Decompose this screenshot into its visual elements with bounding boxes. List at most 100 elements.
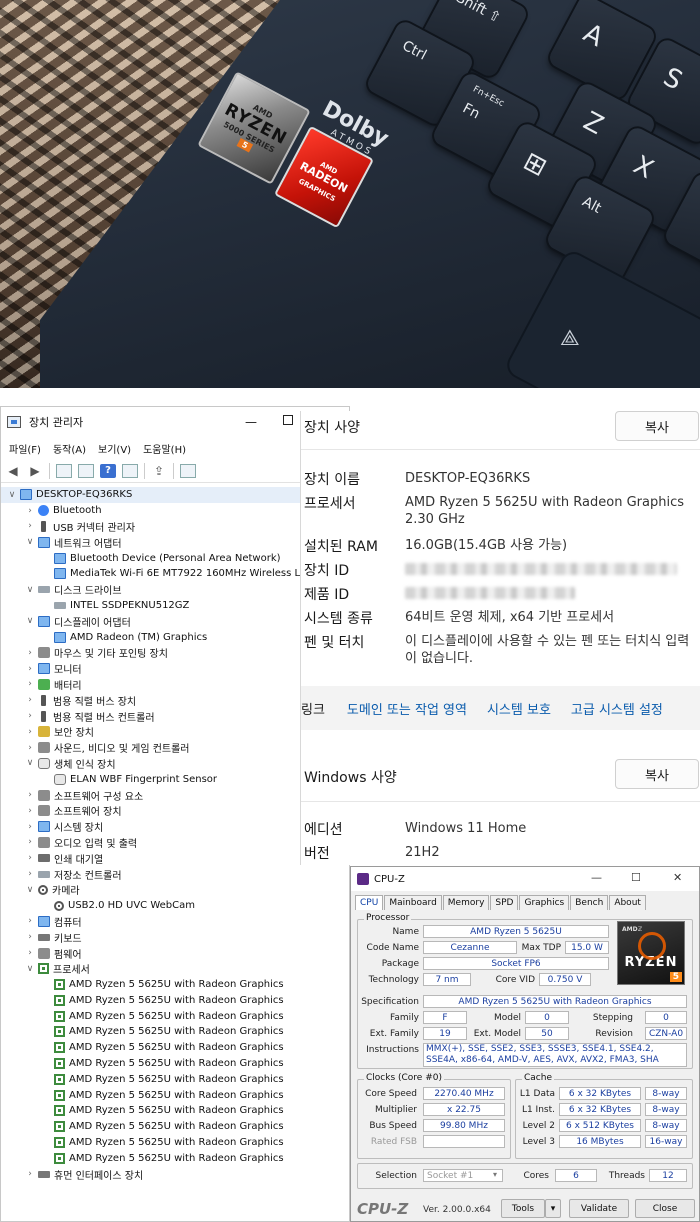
tree-row[interactable]: AMD Ryzen 5 5625U with Radeon Graphics — [1, 1024, 349, 1040]
tree-row[interactable]: AMD Radeon (TM) Graphics — [1, 629, 349, 645]
tab-bench[interactable]: Bench — [570, 895, 609, 910]
tree-row[interactable]: AMD Ryzen 5 5625U with Radeon Graphics — [1, 993, 349, 1009]
tab-mainboard[interactable]: Mainboard — [384, 895, 442, 910]
tree-row[interactable]: › 소프트웨어 구성 요소 — [1, 787, 349, 803]
tree-row[interactable]: › 키보드 — [1, 929, 349, 945]
chevron-down-icon[interactable]: ∨ — [25, 964, 35, 974]
chevron-right-icon[interactable]: › — [25, 806, 35, 816]
tree-row[interactable]: › 모니터 — [1, 661, 349, 677]
chevron-down-icon[interactable]: ∨ — [25, 758, 35, 768]
tree-row[interactable]: AMD Ryzen 5 5625U with Radeon Graphics — [1, 1103, 349, 1119]
tree-row[interactable]: › 마우스 및 기타 포인팅 장치 — [1, 645, 349, 661]
validate-button[interactable]: Validate — [569, 1199, 629, 1218]
forward-arrow-icon[interactable]: ▶ — [27, 464, 43, 478]
chevron-right-icon[interactable]: › — [25, 506, 35, 516]
tree-row[interactable]: ∨ 프로세서 — [1, 961, 349, 977]
tree-row[interactable]: › 펌웨어 — [1, 945, 349, 961]
help-icon[interactable]: ? — [100, 463, 116, 478]
tab-spd[interactable]: SPD — [490, 895, 519, 910]
minimize-button[interactable]: — — [591, 871, 602, 884]
chevron-right-icon[interactable]: › — [25, 648, 35, 658]
tree-row[interactable]: AMD Ryzen 5 5625U with Radeon Graphics — [1, 1071, 349, 1087]
scan-hardware-icon[interactable]: ⇪ — [151, 464, 167, 478]
chevron-right-icon[interactable]: › — [25, 743, 35, 753]
tab-graphics[interactable]: Graphics — [519, 895, 570, 910]
properties-icon[interactable] — [56, 463, 72, 478]
chevron-right-icon[interactable]: › — [25, 521, 35, 531]
tree-row[interactable]: AMD Ryzen 5 5625U with Radeon Graphics — [1, 977, 349, 993]
chevron-right-icon[interactable]: › — [25, 853, 35, 863]
domain-workgroup-link[interactable]: 도메인 또는 작업 영역 — [347, 699, 467, 718]
tree-row[interactable]: › 배터리 — [1, 677, 349, 693]
tree-row[interactable]: USB2.0 HD UVC WebCam — [1, 898, 349, 914]
menu-help[interactable]: 도움말(H) — [143, 441, 186, 456]
tree-row[interactable]: › 컴퓨터 — [1, 914, 349, 930]
menu-action[interactable]: 동작(A) — [53, 441, 86, 456]
tree-row[interactable]: Bluetooth Device (Personal Area Network) — [1, 550, 349, 566]
back-arrow-icon[interactable]: ◀ — [5, 464, 21, 478]
tree-row[interactable]: › 휴먼 인터페이스 장치 — [1, 1166, 349, 1182]
maximize-button[interactable]: ☐ — [631, 871, 641, 884]
chevron-right-icon[interactable]: › — [25, 837, 35, 847]
close-button[interactable]: Close — [635, 1199, 695, 1218]
menu-file[interactable]: 파일(F) — [9, 441, 41, 456]
monitor-icon[interactable] — [180, 463, 196, 478]
chevron-down-icon[interactable]: ∨ — [25, 537, 35, 547]
close-icon[interactable]: ✕ — [673, 871, 682, 884]
tree-row[interactable]: › 범용 직렬 버스 컨트롤러 — [1, 708, 349, 724]
tree-row[interactable]: › 사운드, 비디오 및 게임 컨트롤러 — [1, 740, 349, 756]
tree-row[interactable]: › 소프트웨어 장치 — [1, 803, 349, 819]
tree-row[interactable]: › 저장소 컨트롤러 — [1, 866, 349, 882]
tree-row[interactable]: › Bluetooth — [1, 503, 349, 519]
tab-cpu[interactable]: CPU — [355, 895, 384, 910]
copy-windows-specs-button[interactable]: 복사 — [615, 759, 699, 789]
chevron-right-icon[interactable]: › — [25, 932, 35, 942]
advanced-system-settings-link[interactable]: 고급 시스템 설정 — [571, 699, 663, 718]
tools-dropdown-icon[interactable]: ▾ — [545, 1199, 561, 1218]
chevron-down-icon[interactable]: ∨ — [25, 885, 35, 895]
chevron-right-icon[interactable]: › — [25, 916, 35, 926]
copy-device-specs-button[interactable]: 복사 — [615, 411, 699, 441]
tools-button[interactable]: Tools — [501, 1199, 545, 1218]
chevron-right-icon[interactable]: › — [25, 822, 35, 832]
chevron-right-icon[interactable]: › — [25, 948, 35, 958]
tree-row[interactable]: ∨ DESKTOP-EQ36RKS — [1, 487, 349, 503]
chevron-down-icon[interactable]: ∨ — [25, 616, 35, 626]
tree-row[interactable]: › 시스템 장치 — [1, 819, 349, 835]
minimize-button[interactable]: — — [245, 415, 257, 429]
tab-memory[interactable]: Memory — [442, 895, 490, 910]
chevron-right-icon[interactable]: › — [25, 869, 35, 879]
chevron-right-icon[interactable]: › — [25, 727, 35, 737]
tree-row[interactable]: ELAN WBF Fingerprint Sensor — [1, 771, 349, 787]
chevron-down-icon[interactable]: ∨ — [25, 585, 35, 595]
socket-select[interactable]: Socket #1 — [423, 1169, 503, 1182]
tree-row[interactable]: AMD Ryzen 5 5625U with Radeon Graphics — [1, 1119, 349, 1135]
update-driver-icon[interactable] — [122, 463, 138, 478]
tree-row[interactable]: ∨ 디스플레이 어댑터 — [1, 613, 349, 629]
chevron-down-icon[interactable]: ∨ — [7, 490, 17, 500]
tree-row[interactable]: › USB 커넥터 관리자 — [1, 519, 349, 535]
tree-row[interactable]: ∨ 네트워크 어댑터 — [1, 534, 349, 550]
tree-row[interactable]: › 인쇄 대기열 — [1, 850, 349, 866]
tree-row[interactable]: INTEL SSDPEKNU512GZ — [1, 598, 349, 614]
tree-row[interactable]: ∨ 생체 인식 장치 — [1, 756, 349, 772]
chevron-right-icon[interactable]: › — [25, 790, 35, 800]
tree-row[interactable]: AMD Ryzen 5 5625U with Radeon Graphics — [1, 1040, 349, 1056]
tree-row[interactable]: AMD Ryzen 5 5625U with Radeon Graphics — [1, 1056, 349, 1072]
tree-row[interactable]: ∨ 디스크 드라이브 — [1, 582, 349, 598]
list-view-icon[interactable] — [78, 463, 94, 478]
chevron-right-icon[interactable]: › — [25, 711, 35, 721]
tree-row[interactable]: › 오디오 입력 및 출력 — [1, 835, 349, 851]
tree-row[interactable]: AMD Ryzen 5 5625U with Radeon Graphics — [1, 1135, 349, 1151]
chevron-right-icon[interactable]: › — [25, 664, 35, 674]
chevron-down-icon[interactable]: ▾ — [493, 1170, 497, 1179]
tree-row[interactable]: MediaTek Wi-Fi 6E MT7922 160MHz Wireless… — [1, 566, 349, 582]
tree-row[interactable]: AMD Ryzen 5 5625U with Radeon Graphics — [1, 1150, 349, 1166]
tree-row[interactable]: AMD Ryzen 5 5625U with Radeon Graphics — [1, 1087, 349, 1103]
tree-row[interactable]: › 범용 직렬 버스 장치 — [1, 692, 349, 708]
chevron-right-icon[interactable]: › — [25, 1169, 35, 1179]
chevron-right-icon[interactable]: › — [25, 695, 35, 705]
system-protection-link[interactable]: 시스템 보호 — [487, 699, 551, 718]
tree-row[interactable]: AMD Ryzen 5 5625U with Radeon Graphics — [1, 1008, 349, 1024]
tree-row[interactable]: › 보안 장치 — [1, 724, 349, 740]
